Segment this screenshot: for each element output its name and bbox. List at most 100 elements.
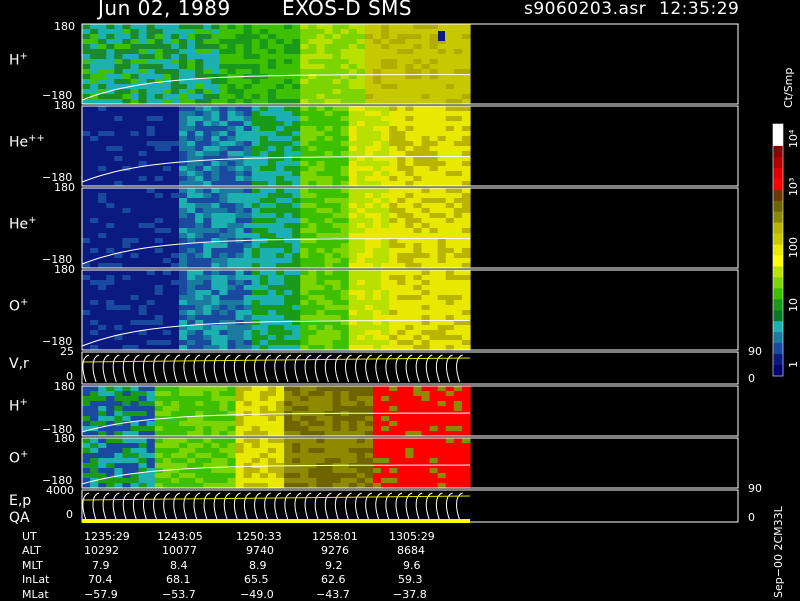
heatmap-cell [98,39,107,45]
heatmap-cell [90,223,99,229]
heatmap-cell [373,438,382,444]
heatmap-cell [82,156,91,162]
heatmap-cell [211,340,221,346]
heatmap-cell [445,228,455,234]
colorbar-segment [773,178,783,191]
heatmap-cell [276,166,285,172]
heatmap-cell [445,193,455,199]
heatmap-cell [243,116,253,122]
heatmap-cell [348,218,358,224]
heatmap-cell [332,218,342,224]
heatmap-cell [348,258,358,264]
heatmap-cell [251,203,261,209]
heatmap-cell [405,59,415,65]
heatmap-cell [421,84,431,90]
heatmap-cell [211,406,221,412]
heatmap-cell [308,223,318,229]
heatmap-cell [445,136,455,142]
heatmap-cell [340,295,350,301]
heatmap-cell [219,111,229,117]
heatmap-cell [292,24,301,30]
heatmap-cell [445,79,455,85]
heatmap-cell [356,443,366,449]
heatmap-cell [461,406,471,412]
heatmap-cell [348,24,358,30]
heatmap-cell [251,44,261,50]
heatmap-cell [179,188,188,194]
heatmap-cell [429,89,439,95]
heatmap-cell [122,79,132,85]
heatmap-cell [276,44,285,50]
heatmap-cell [284,176,293,182]
heatmap-cell [276,151,285,157]
heatmap-cell [413,391,423,397]
heatmap-cell [324,386,334,392]
heatmap-cell [292,280,301,286]
heatmap-cell [114,468,124,474]
heatmap-cell [453,218,463,224]
heatmap-cell [437,401,447,407]
heatmap-cell [195,396,204,402]
heatmap-cell [461,203,471,209]
heatmap-cell [114,156,124,162]
heatmap-cell [82,151,91,157]
heatmap-cell [90,166,99,172]
heatmap-cell [276,79,285,85]
heatmap-cell [219,39,229,45]
heatmap-cell [332,84,342,90]
heatmap-cell [348,89,358,95]
heatmap-cell [98,238,107,244]
heatmap-cell [90,24,99,30]
pitch-curve [284,492,292,521]
heatmap-cell [405,305,415,311]
heatmap-cell [154,121,164,127]
heatmap-cell [429,295,439,301]
heatmap-cell [179,320,188,326]
heatmap-cell [461,300,471,306]
heatmap-cell [292,285,301,291]
heatmap-cell [397,141,406,147]
heatmap-cell [154,151,164,157]
heatmap-cell [227,401,237,407]
heatmap-cell [259,213,269,219]
heatmap-cell [397,131,406,137]
heatmap-cell [332,116,342,122]
heatmap-cell [203,213,212,219]
heatmap-cell [106,315,115,321]
heatmap-cell [445,44,455,50]
heatmap-cell [445,54,455,60]
heatmap-cell [340,176,350,182]
heatmap-cell [130,300,140,306]
heatmap-cell [348,315,358,321]
heatmap-cell [324,54,334,60]
heatmap-cell [364,171,374,177]
heatmap-cell [259,146,269,152]
heatmap-cell [146,305,156,311]
heatmap-cell [106,29,115,35]
heatmap-cell [138,94,148,100]
pitch-curve [213,492,221,521]
heatmap-cell [130,94,140,100]
heatmap-cell [170,218,180,224]
heatmap-cell [340,416,350,422]
heatmap-cell [227,340,237,346]
heatmap-cell [437,275,447,281]
heatmap-cell [114,111,124,117]
heatmap-cell [332,54,342,60]
heatmap-cell [300,468,309,474]
heatmap-cell [308,198,318,204]
heatmap-cell [397,121,406,127]
heatmap-cell [405,49,415,55]
heatmap-cell [170,295,180,301]
heatmap-cell [98,248,107,254]
heatmap-cell [405,275,415,281]
heatmap-cell [267,473,277,479]
heatmap-cell [429,315,439,321]
heatmap-cell [227,223,237,229]
colorbar-segment [773,156,783,169]
heatmap-cell [389,386,398,392]
heatmap-cell [453,453,463,459]
heatmap-cell [413,290,423,296]
heatmap-cell [453,386,463,392]
heatmap-cell [162,406,172,412]
